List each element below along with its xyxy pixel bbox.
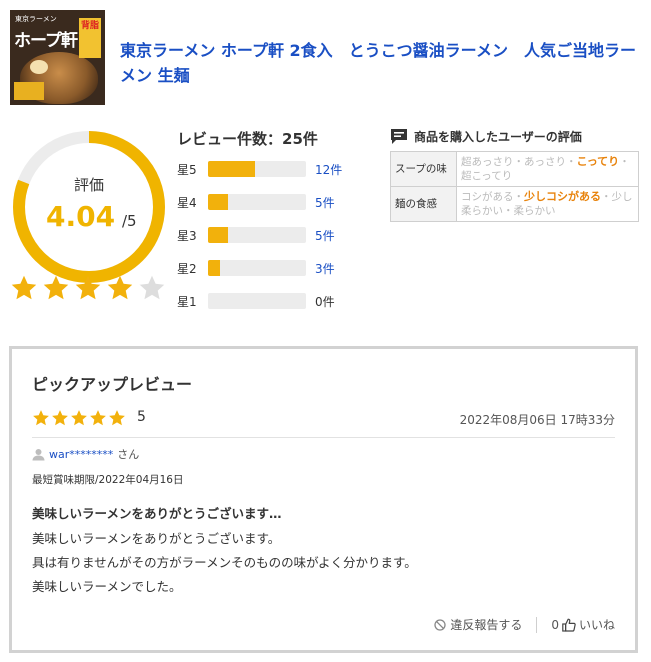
reviewer-suffix: さん	[117, 448, 140, 461]
like-button[interactable]: 0 いいね	[551, 616, 615, 633]
rating-out-of: /5	[122, 212, 137, 230]
speech-bubble-icon	[391, 129, 407, 144]
distribution-row-star1: 星1 0件	[177, 291, 367, 311]
report-label: 違反報告する	[450, 618, 523, 632]
distribution-label: 星1	[177, 294, 197, 309]
like-count: 0	[551, 617, 559, 632]
product-title-link[interactable]: 東京ラーメン ホープ軒 2食入 とうこつ醤油ラーメン 人気ご当地ラーメン 生麺	[120, 38, 640, 88]
buyer-eval-options: 超あっさり・あっさり・こってり・超こってり	[456, 151, 639, 187]
review-stars	[32, 409, 126, 427]
distribution-label: 星4	[177, 195, 197, 210]
review-score: 5	[137, 409, 146, 425]
product-image-badge: 背脂	[79, 18, 101, 58]
rating-score: 4.04	[46, 200, 116, 233]
review-divider	[32, 437, 615, 438]
distribution-label: 星3	[177, 228, 197, 243]
report-button[interactable]: 違反報告する	[434, 616, 522, 633]
rating-stars	[10, 274, 166, 302]
pickup-review-card: ピックアップレビュー 5 2022年08月06日 17時33分 war*****…	[9, 346, 638, 653]
user-icon	[32, 448, 45, 460]
distribution-bar-fill	[208, 161, 256, 177]
distribution-label: 星2	[177, 261, 197, 276]
star-icon	[11, 275, 37, 300]
thumbs-up-icon	[562, 618, 576, 632]
star-icon	[75, 275, 101, 300]
buyer-eval-title: 商品を購入したユーザーの評価	[414, 130, 582, 144]
distribution-bar	[208, 227, 306, 243]
distribution-row-star3: 星3 5件	[177, 225, 367, 245]
buyer-eval-options: コシがある・少しコシがある・少し柔らかい・柔らかい	[456, 186, 639, 222]
distribution-count: 0件	[315, 294, 335, 309]
distribution-bar	[208, 260, 306, 276]
star-icon	[43, 275, 69, 300]
pickup-review-heading: ピックアップレビュー	[32, 375, 193, 394]
rating-label: 評価	[73, 176, 104, 194]
buyer-eval-selected: こってり	[576, 155, 620, 168]
distribution-bar-fill	[208, 194, 228, 210]
distribution-bar	[208, 293, 306, 309]
review-count-title: レビュー件数：25件	[177, 130, 318, 148]
buyer-eval-key: スープの味	[390, 151, 457, 187]
buyer-eval-row: 麺の食感 コシがある・少しコシがある・少し柔らかい・柔らかい	[390, 186, 639, 222]
like-label: いいね	[578, 618, 615, 632]
distribution-count-link[interactable]: 12件	[315, 161, 342, 178]
rating-gauge: 評価 4.04 /5	[8, 126, 170, 288]
product-image-brand-big: ホープ軒	[14, 31, 78, 51]
distribution-bar-fill	[208, 227, 228, 243]
buyer-eval-table: スープの味 超あっさり・あっさり・こってり・超こってり 麺の食感 コシがある・少…	[390, 151, 639, 222]
package-sticker	[14, 82, 44, 100]
review-body-line: 美味しいラーメンをありがとうございます。	[32, 531, 281, 546]
star-icon	[52, 410, 68, 426]
star-icon	[71, 410, 87, 426]
buyer-eval-selected: 少しコシがある	[524, 190, 601, 203]
distribution-count-link[interactable]: 5件	[315, 194, 335, 211]
star-icon	[109, 410, 125, 426]
distribution-bar-fill	[208, 260, 220, 276]
buyer-eval-key: 麺の食感	[390, 186, 457, 222]
review-actions: 違反報告する 0 いいね	[434, 616, 615, 633]
star-icon	[139, 275, 165, 300]
review-body: 美味しいラーメンをありがとうございます。 具は有りませんがその方がラーメンそのも…	[32, 527, 612, 599]
review-body-line: 具は有りませんがその方がラーメンそのものの味がよく分かります。	[32, 555, 417, 570]
egg-graphic	[30, 60, 48, 74]
distribution-count-link[interactable]: 5件	[315, 227, 335, 244]
reviewer-name-link[interactable]: war********	[49, 448, 113, 461]
review-body-line: 美味しいラーメンでした。	[32, 579, 182, 594]
star-icon	[33, 410, 49, 426]
distribution-label: 星5	[177, 162, 197, 177]
review-title: 美味しいラーメンをありがとうございます…	[32, 506, 282, 521]
star-icon	[107, 275, 133, 300]
buyer-eval-row: スープの味 超あっさり・あっさり・こってり・超こってり	[390, 151, 639, 187]
product-image[interactable]: 東京ラーメン ホープ軒 背脂	[10, 10, 105, 105]
product-image-brand-small: 東京ラーメン	[15, 15, 57, 23]
reviewer: war******** さん	[32, 446, 139, 462]
best-by-date: 最短賞味期限/2022年04月16日	[32, 474, 184, 486]
buyer-eval-heading: 商品を購入したユーザーの評価	[390, 128, 582, 145]
star-icon	[90, 410, 106, 426]
distribution-bar	[208, 161, 306, 177]
review-date: 2022年08月06日 17時33分	[459, 413, 615, 427]
distribution-row-star4: 星4 5件	[177, 192, 367, 212]
prohibited-icon	[434, 618, 446, 631]
actions-separator	[536, 616, 538, 633]
distribution-row-star5: 星5 12件	[177, 159, 367, 179]
distribution-bar	[208, 194, 306, 210]
distribution-count-link[interactable]: 3件	[315, 260, 335, 277]
distribution-row-star2: 星2 3件	[177, 258, 367, 278]
